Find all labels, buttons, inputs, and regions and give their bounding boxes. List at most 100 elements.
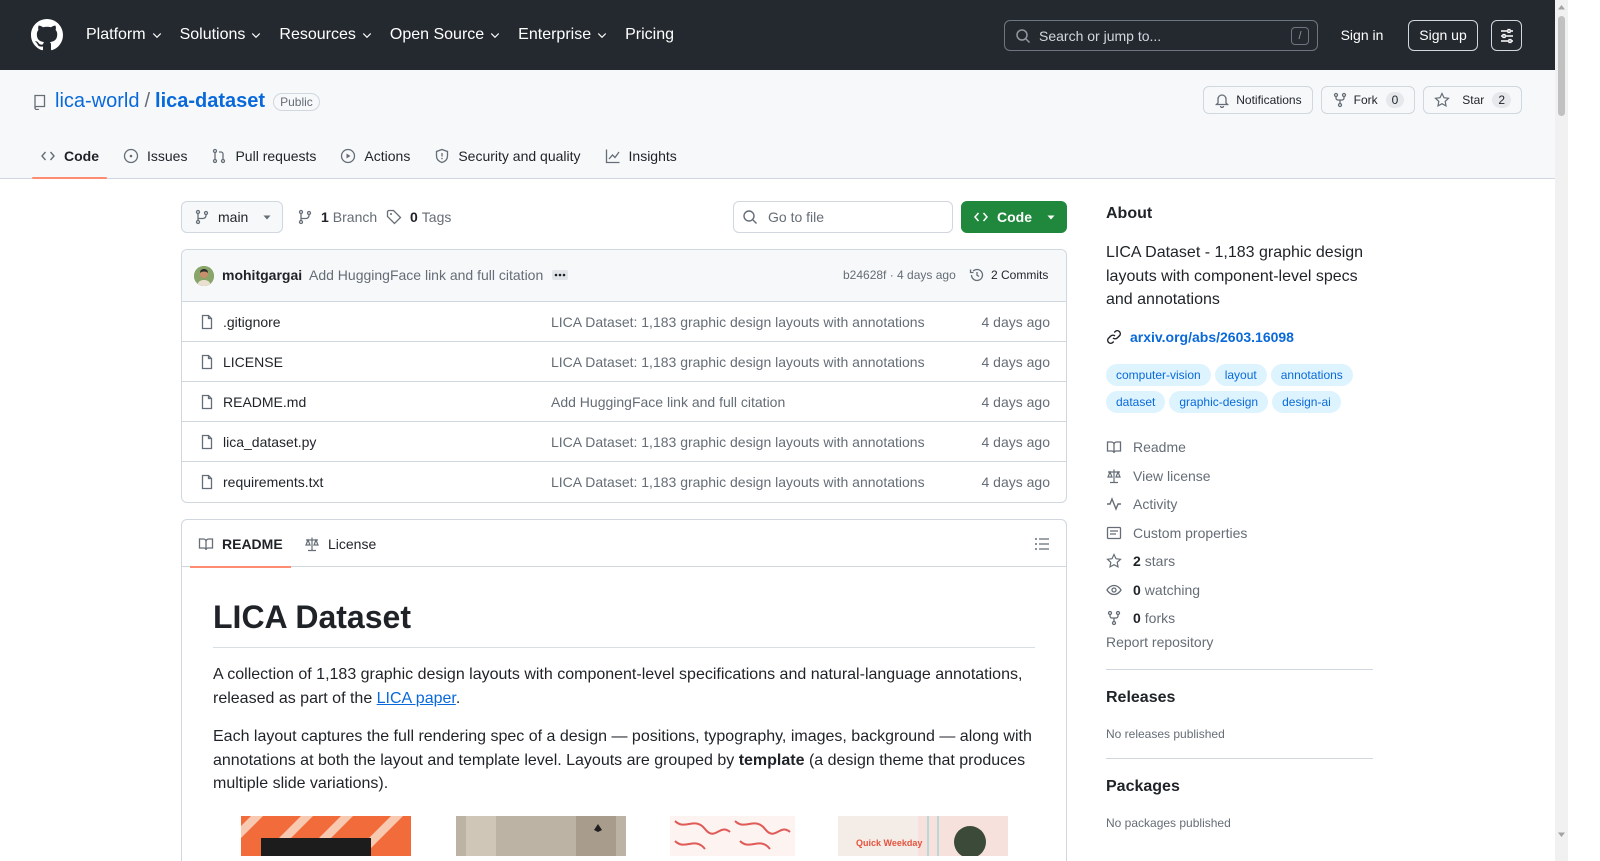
branch-selector[interactable]: main [181, 201, 283, 233]
outline-button[interactable] [1034, 536, 1050, 552]
tab-insights[interactable]: Insights [597, 134, 685, 177]
notifications-button[interactable]: Notifications [1203, 86, 1313, 114]
thumbnail-4: Quick Weekday [838, 815, 1008, 856]
file-name-link[interactable]: README.md [223, 394, 306, 410]
nav-pricing[interactable]: Pricing [625, 26, 674, 44]
go-to-file-input[interactable]: Go to file [733, 201, 953, 233]
topic-tag[interactable]: dataset [1106, 391, 1166, 413]
code-button[interactable]: Code [961, 201, 1067, 233]
topic-tag[interactable]: design-ai [1272, 391, 1341, 413]
fork-count: 0 [1385, 92, 1405, 108]
file-name-link[interactable]: LICENSE [223, 354, 283, 370]
file-row: requirements.txt LICA Dataset: 1,183 grap… [182, 462, 1066, 502]
nav-open-source[interactable]: Open Source [390, 26, 501, 44]
topic-tag[interactable]: annotations [1270, 364, 1353, 386]
branches-link[interactable]: 1 Branch [297, 201, 377, 233]
file-commit-link[interactable]: LICA Dataset: 1,183 graphic design layou… [551, 354, 925, 370]
repo-name-link[interactable]: lica-dataset [155, 90, 265, 113]
page-scrollbar[interactable] [1555, 0, 1568, 861]
tab-label: Code [64, 147, 99, 164]
file-commit-link[interactable]: LICA Dataset: 1,183 graphic design layou… [551, 314, 925, 330]
sign-in-link[interactable]: Sign in [1330, 20, 1394, 51]
homepage-link[interactable]: arxiv.org/abs/2603.16098 [1106, 329, 1294, 345]
fork-icon [1107, 611, 1121, 626]
sidebar-item-activity[interactable]: Activity [1106, 490, 1247, 519]
sidebar-item-count: 0 [1133, 610, 1141, 627]
scroll-down-arrow-icon[interactable] [1557, 830, 1566, 839]
sidebar-item-readme[interactable]: Readme [1106, 433, 1247, 462]
branch-name: main [218, 209, 249, 225]
p1-text: A collection of 1,183 graphic design lay… [213, 666, 1023, 707]
file-name-link[interactable]: requirements.txt [223, 474, 323, 490]
tab-readme[interactable]: README [190, 520, 291, 568]
sidebar-item-forks[interactable]: 0 forks [1106, 604, 1247, 633]
topic-tag[interactable]: graphic-design [1169, 391, 1269, 413]
file-name-link[interactable]: lica_dataset.py [223, 434, 316, 450]
tab-actions[interactable]: Actions [332, 134, 418, 177]
sign-up-button[interactable]: Sign up [1408, 20, 1478, 51]
scroll-thumb[interactable] [1558, 16, 1565, 116]
file-commit-link[interactable]: LICA Dataset: 1,183 graphic design layou… [551, 474, 925, 490]
sidebar-item-stars[interactable]: 2 stars [1106, 547, 1247, 576]
sidebar-item-view-license[interactable]: View license [1106, 462, 1247, 491]
tab-issues[interactable]: Issues [115, 134, 195, 177]
tab-license[interactable]: License [304, 520, 376, 567]
sidebar-item-watching[interactable]: 0 watching [1106, 576, 1247, 605]
menu-toggle-button[interactable] [1491, 20, 1522, 51]
layout-thumbnails: Quick Weekday [213, 815, 1035, 856]
nav-enterprise[interactable]: Enterprise [518, 26, 608, 44]
file-name-link[interactable]: .gitignore [223, 314, 281, 330]
tags-link[interactable]: 0 Tags [386, 201, 451, 233]
expand-commit-button[interactable] [552, 270, 568, 280]
nav-platform[interactable]: Platform [86, 26, 163, 44]
tab-code[interactable]: Code [32, 134, 107, 179]
branch-icon [298, 209, 312, 225]
file-commit-link[interactable]: LICA Dataset: 1,183 graphic design layou… [551, 434, 925, 450]
releases-heading[interactable]: Releases [1106, 689, 1175, 707]
book-icon [1106, 441, 1122, 454]
about-heading: About [1106, 205, 1153, 222]
tab-pull-requests[interactable]: Pull requests [203, 134, 324, 177]
github-logo-icon[interactable] [31, 19, 63, 51]
packages-heading[interactable]: Packages [1106, 778, 1180, 796]
pulse-icon [1107, 497, 1121, 512]
tab-label: Security and quality [458, 147, 581, 164]
avatar[interactable] [194, 266, 214, 286]
file-icon [201, 474, 213, 490]
global-search-input[interactable]: Search or jump to... / [1004, 20, 1318, 51]
fork-button[interactable]: Fork 0 [1320, 86, 1416, 114]
repo-owner-link[interactable]: lica-world [55, 90, 139, 113]
file-navigation: main 1 Branch 0 Tags Go to file Code [181, 201, 1067, 233]
tab-label: Pull requests [235, 147, 317, 164]
star-button[interactable]: Star 2 [1423, 86, 1522, 114]
file-row: README.md Add HuggingFace link and full c… [182, 382, 1066, 422]
scroll-up-arrow-icon[interactable] [1557, 3, 1566, 12]
topic-tag[interactable]: computer-vision [1106, 364, 1211, 386]
file-icon-wrap [199, 314, 215, 330]
sidebar-item-label: View license [1133, 467, 1211, 484]
sidebar-item-label: watching [1144, 581, 1201, 598]
topic-tag[interactable]: layout [1214, 364, 1267, 386]
repo-actions: Notifications Fork 0 Star 2 [1195, 86, 1522, 114]
visibility-badge: Public [273, 92, 320, 111]
repo-separator: / [144, 90, 151, 112]
shield-icon [436, 148, 449, 163]
fork-icon [1333, 92, 1346, 108]
report-repository-link[interactable]: Report repository [1106, 634, 1213, 650]
file-list: mohitgargai Add HuggingFace link and ful… [181, 249, 1067, 503]
file-rows: .gitignore LICA Dataset: 1,183 graphic de… [182, 302, 1066, 502]
bell-icon [1215, 94, 1230, 108]
nav-resources[interactable]: Resources [279, 26, 372, 44]
sidebar-item-custom-properties[interactable]: Custom properties [1106, 519, 1247, 548]
commit-message[interactable]: Add HuggingFace link and full citation [309, 267, 543, 283]
commits-link[interactable]: 2 Commits [969, 267, 1048, 283]
readme-tabs: README License [182, 520, 1066, 568]
tab-security[interactable]: Security and quality [426, 134, 588, 177]
sidebar-item-count: 2 [1133, 553, 1141, 570]
lica-paper-link[interactable]: LICA paper [377, 690, 456, 707]
nav-solutions[interactable]: Solutions [180, 26, 263, 44]
file-commit-link[interactable]: Add HuggingFace link and full citation [551, 394, 785, 410]
file-icon-wrap [199, 354, 215, 370]
commit-hash-and-time[interactable]: b24628f · 4 days ago [843, 268, 956, 282]
commit-author[interactable]: mohitgargai [222, 267, 302, 283]
